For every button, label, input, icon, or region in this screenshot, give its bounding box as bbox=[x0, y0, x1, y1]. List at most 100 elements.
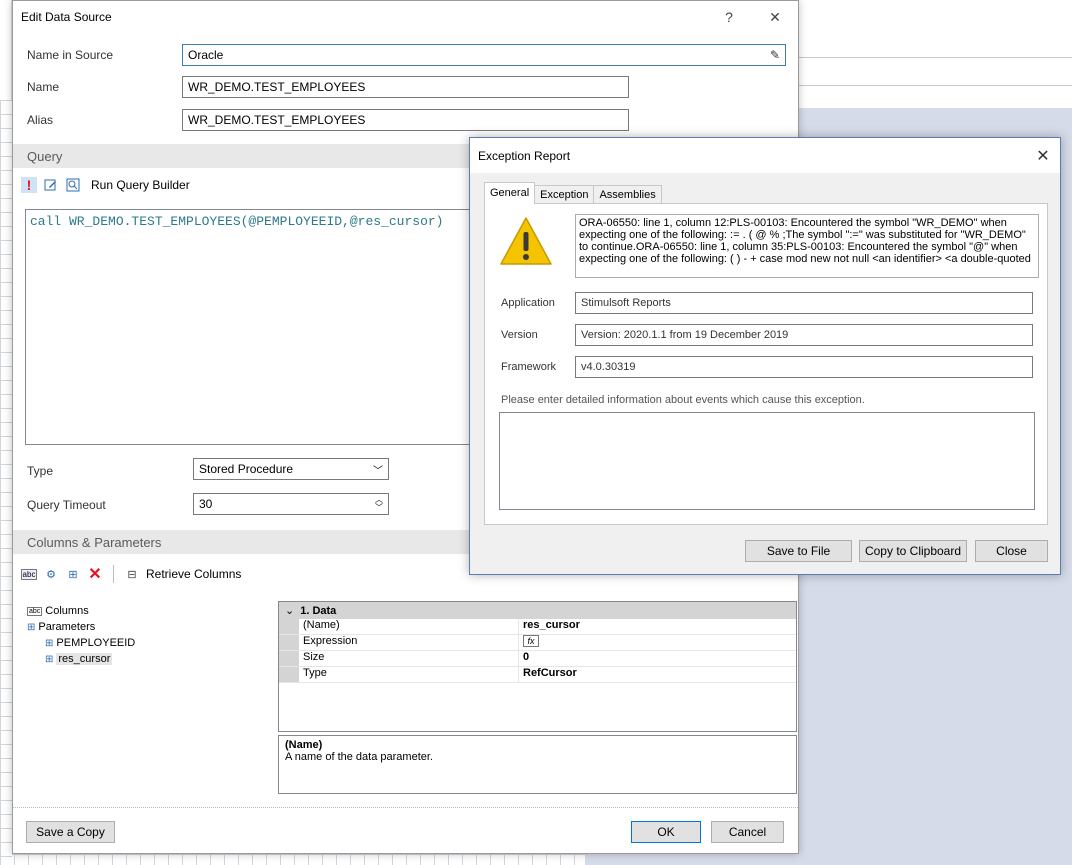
close-button[interactable]: Close bbox=[975, 540, 1048, 562]
ok-button[interactable]: OK bbox=[631, 821, 701, 843]
row-gutter bbox=[279, 651, 299, 666]
save-to-file-button[interactable]: Save to File bbox=[745, 540, 852, 562]
tree-node-label: Columns bbox=[45, 605, 89, 617]
name-in-source-value: Oracle bbox=[188, 48, 224, 62]
pencil-icon[interactable]: ✎ bbox=[770, 48, 780, 62]
property-key: Type bbox=[299, 667, 519, 682]
parameters-icon: ⊞ bbox=[27, 621, 36, 633]
alias-value: WR_DEMO.TEST_EMPLOYEES bbox=[188, 113, 366, 127]
new-calc-column-icon[interactable]: ⚙ bbox=[43, 566, 59, 582]
tab-general[interactable]: General bbox=[484, 182, 536, 204]
property-key: Expression bbox=[299, 635, 519, 650]
alias-label: Alias bbox=[27, 113, 54, 127]
details-hint: Please enter detailed information about … bbox=[501, 394, 865, 406]
property-row[interactable]: (Name) res_cursor bbox=[279, 619, 796, 635]
name-value: WR_DEMO.TEST_EMPLOYEES bbox=[188, 80, 366, 94]
tree-node-columns[interactable]: abc Columns bbox=[27, 603, 267, 619]
exception-tabs: General Exception Assemblies bbox=[484, 182, 662, 204]
save-a-copy-button[interactable]: Save a Copy bbox=[26, 821, 115, 843]
help-button[interactable]: ? bbox=[706, 9, 752, 25]
application-row: Application Stimulsoft Reports bbox=[501, 292, 1033, 314]
version-label: Version bbox=[501, 329, 538, 341]
property-row[interactable]: Type RefCursor bbox=[279, 667, 796, 683]
general-tab-panel: ORA-06550: line 1, column 12:PLS-00103: … bbox=[484, 203, 1048, 525]
toolbar-separator bbox=[113, 565, 114, 583]
name-label: Name bbox=[27, 80, 60, 94]
name-in-source-row: Name in Source Oracle ✎ bbox=[27, 44, 786, 66]
new-parameter-icon[interactable]: ⊞ bbox=[65, 566, 81, 582]
timeout-value: 30 bbox=[199, 497, 213, 511]
run-query-builder-button[interactable]: Run Query Builder bbox=[91, 178, 190, 192]
tree-node-label: PEMPLOYEEID bbox=[56, 637, 136, 649]
name-in-source-input[interactable]: Oracle ✎ bbox=[182, 44, 786, 66]
framework-field[interactable]: v4.0.30319 bbox=[575, 356, 1033, 378]
type-label: Type bbox=[27, 464, 54, 478]
property-description: (Name) A name of the data parameter. bbox=[278, 735, 797, 794]
error-icon[interactable]: ! bbox=[21, 177, 37, 193]
new-column-icon[interactable]: abc bbox=[21, 568, 37, 580]
details-textarea[interactable] bbox=[499, 412, 1035, 510]
name-input[interactable]: WR_DEMO.TEST_EMPLOYEES bbox=[182, 76, 629, 98]
alias-row: Alias WR_DEMO.TEST_EMPLOYEES bbox=[27, 109, 629, 131]
tree-node-label: res_cursor bbox=[56, 653, 113, 665]
design-grid-right bbox=[799, 0, 1072, 108]
category-label: 1. Data bbox=[300, 604, 337, 617]
type-select[interactable]: Stored Procedure ﹀ bbox=[193, 458, 389, 480]
property-grid: ⌄ 1. Data (Name) res_cursor Expression f… bbox=[278, 601, 797, 732]
function-icon[interactable]: fx bbox=[523, 635, 539, 647]
query-builder-icon[interactable] bbox=[65, 177, 81, 193]
copy-to-clipboard-button[interactable]: Copy to Clipboard bbox=[859, 540, 967, 562]
property-row[interactable]: Expression fx bbox=[279, 635, 796, 651]
tab-exception[interactable]: Exception bbox=[534, 185, 595, 204]
query-text-editor[interactable]: call WR_DEMO.TEST_EMPLOYEES(@PEMPLOYEEID… bbox=[25, 209, 495, 445]
property-value[interactable]: 0 bbox=[519, 651, 796, 666]
row-gutter bbox=[279, 619, 299, 634]
cancel-button[interactable]: Cancel bbox=[711, 821, 784, 843]
close-button[interactable]: ✕ bbox=[752, 9, 798, 26]
divider bbox=[798, 85, 1072, 86]
delete-icon[interactable]: ✕ bbox=[87, 566, 103, 583]
close-icon[interactable]: ✕ bbox=[1026, 146, 1060, 166]
application-field[interactable]: Stimulsoft Reports bbox=[575, 292, 1033, 314]
alias-input[interactable]: WR_DEMO.TEST_EMPLOYEES bbox=[182, 109, 629, 131]
columns-toolbar: abc ⚙ ⊞ ✕ ⊟ Retrieve Columns bbox=[21, 563, 241, 585]
design-grid-bottom bbox=[0, 854, 585, 865]
exception-message[interactable]: ORA-06550: line 1, column 12:PLS-00103: … bbox=[575, 214, 1039, 278]
dialog-title: Edit Data Source bbox=[21, 10, 112, 24]
timeout-row: Query Timeout bbox=[27, 494, 182, 516]
framework-row: Framework v4.0.30319 bbox=[501, 356, 1033, 378]
property-value[interactable]: RefCursor bbox=[519, 667, 796, 682]
property-value[interactable]: fx bbox=[519, 635, 796, 650]
version-row: Version Version: 2020.1.1 from 19 Decemb… bbox=[501, 324, 1033, 346]
warning-icon bbox=[499, 216, 553, 269]
retrieve-columns-icon[interactable]: ⊟ bbox=[124, 566, 140, 582]
application-value: Stimulsoft Reports bbox=[581, 297, 671, 309]
name-in-source-label: Name in Source bbox=[27, 48, 114, 62]
property-category[interactable]: ⌄ 1. Data bbox=[279, 602, 796, 619]
footer-divider bbox=[13, 807, 798, 808]
retrieve-columns-button[interactable]: Retrieve Columns bbox=[146, 567, 241, 581]
columns-icon: abc bbox=[27, 606, 43, 616]
parameter-icon: ⊞ bbox=[45, 637, 54, 649]
divider bbox=[798, 57, 1072, 58]
spin-arrows-icon[interactable]: ︿ ﹀ bbox=[375, 496, 383, 512]
framework-label: Framework bbox=[501, 361, 557, 373]
property-row[interactable]: Size 0 bbox=[279, 651, 796, 667]
tree-node-res-cursor[interactable]: ⊞ res_cursor bbox=[27, 651, 267, 667]
tree-node-pemployeeid[interactable]: ⊞ PEMPLOYEEID bbox=[27, 635, 267, 651]
version-field[interactable]: Version: 2020.1.1 from 19 December 2019 bbox=[575, 324, 1033, 346]
edit-icon[interactable] bbox=[43, 177, 59, 193]
tree-node-label: Parameters bbox=[38, 621, 96, 633]
tree-node-parameters[interactable]: ⊞ Parameters bbox=[27, 619, 267, 635]
exception-title: Exception Report bbox=[478, 148, 571, 163]
design-grid-left bbox=[0, 100, 12, 865]
timeout-stepper[interactable]: 30 ︿ ﹀ bbox=[193, 493, 389, 515]
dialog-titlebar: Edit Data Source ? ✕ bbox=[13, 1, 798, 33]
exception-report-dialog: Exception Report ✕ General Exception Ass… bbox=[469, 137, 1061, 575]
tab-assemblies[interactable]: Assemblies bbox=[593, 185, 662, 204]
property-key: (Name) bbox=[299, 619, 519, 634]
timeout-label: Query Timeout bbox=[27, 498, 106, 512]
property-value[interactable]: res_cursor bbox=[519, 619, 796, 634]
chevron-down-icon[interactable]: ⌄ bbox=[285, 604, 294, 617]
query-toolbar: ! Run Query Builder bbox=[21, 174, 190, 196]
